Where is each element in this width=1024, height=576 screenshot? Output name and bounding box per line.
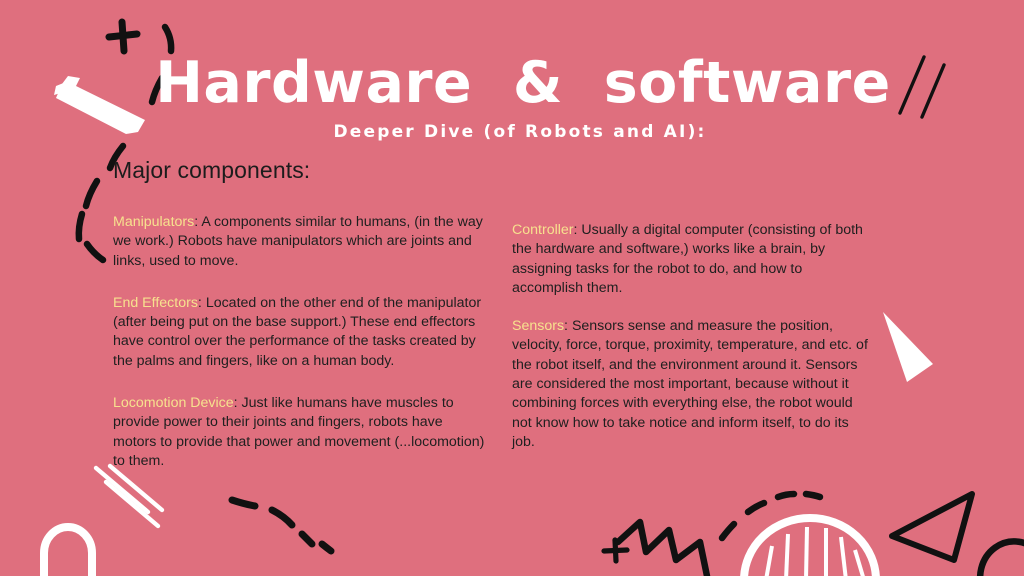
slide-canvas: Hardware & software Deeper Dive (of Robo… bbox=[0, 0, 1024, 576]
zigzag-bottom bbox=[614, 500, 739, 576]
right-column: Controller: Usually a digital computer (… bbox=[512, 221, 870, 471]
section-heading: Major components: bbox=[113, 157, 311, 183]
keyword-controller: Controller bbox=[512, 222, 574, 238]
keyword-separator: : bbox=[564, 318, 572, 335]
component-paragraph-locomotion-device: Locomotion Device: Just like humans have… bbox=[113, 394, 485, 471]
page-title: Hardware & software bbox=[155, 50, 891, 116]
left-column: Manipulators: A components similar to hu… bbox=[113, 213, 485, 471]
paragraph-text: Sensors sense and measure the position, … bbox=[512, 318, 868, 450]
component-paragraph-manipulators: Manipulators: A components similar to hu… bbox=[113, 213, 485, 271]
keyword-manipulators: Manipulators bbox=[113, 214, 195, 230]
striped-dome-bottom bbox=[738, 514, 883, 576]
white-triangle-right bbox=[873, 308, 948, 390]
white-arch-bottom-left bbox=[36, 515, 116, 576]
dashed-arc-bottom bbox=[716, 486, 826, 551]
keyword-separator: : bbox=[233, 395, 242, 412]
triangle-outline-bottom-right bbox=[884, 488, 994, 568]
title-block: Hardware & software Deeper Dive (of Robo… bbox=[0, 52, 1024, 142]
component-paragraph-sensors: Sensors: Sensors sense and measure the p… bbox=[512, 317, 870, 452]
dashed-curve-bottom-left bbox=[228, 478, 338, 555]
arc-bottom-right bbox=[977, 532, 1024, 576]
page-subtitle: Deeper Dive (of Robots and AI): bbox=[333, 122, 707, 142]
keyword-locomotion-device: Locomotion Device bbox=[113, 395, 234, 412]
component-paragraph-controller: Controller: Usually a digital computer (… bbox=[512, 221, 870, 298]
keyword-end-effectors: End Effectors bbox=[113, 294, 198, 311]
keyword-sensors: Sensors bbox=[512, 318, 565, 335]
component-paragraph-end-effectors: End Effectors: Located on the other end … bbox=[113, 294, 485, 371]
plus-mark-bottom bbox=[600, 534, 634, 568]
white-slashes-bottom-left bbox=[88, 460, 183, 540]
keyword-separator: : bbox=[197, 294, 206, 311]
